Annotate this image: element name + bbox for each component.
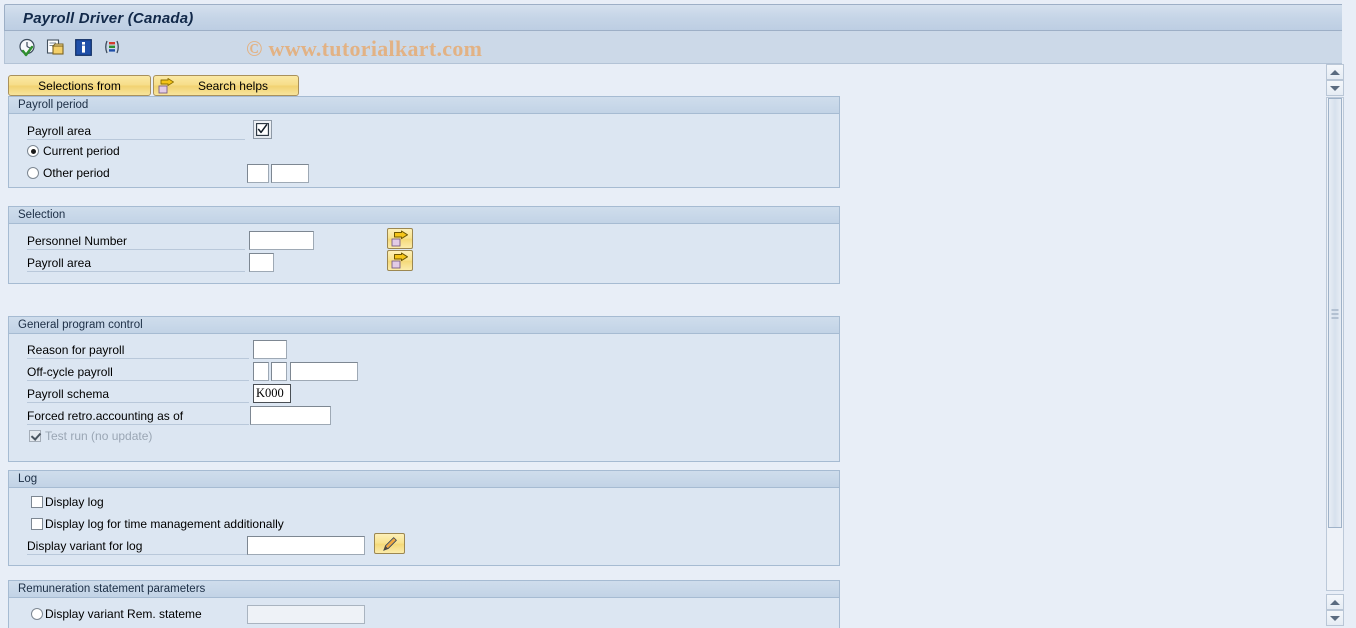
- input-display-variant-for-log[interactable]: [247, 536, 365, 555]
- group-general-program-control-title: General program control: [9, 317, 839, 334]
- label-test-run: Test run (no update): [45, 429, 153, 443]
- search-helps-button[interactable]: Search helps: [153, 75, 299, 96]
- label-other-period: Other period: [43, 166, 110, 180]
- scroll-down-button-top[interactable]: [1326, 80, 1344, 96]
- application-toolbar: [4, 31, 1352, 64]
- label-reason-for-payroll: Reason for payroll: [27, 343, 249, 359]
- input-forced-retro-accounting[interactable]: [250, 406, 331, 425]
- triangle-up-icon: [1330, 69, 1340, 75]
- scrollbar-grip-icon: [1331, 309, 1339, 319]
- input-other-period-1[interactable]: [247, 164, 269, 183]
- search-helps-label: Search helps: [197, 78, 268, 93]
- triangle-up-icon: [1330, 599, 1340, 605]
- input-display-variant-rem-statement[interactable]: [247, 605, 365, 624]
- copy-note-icon[interactable]: [45, 37, 66, 58]
- radio-display-variant-rem-statement[interactable]: [31, 608, 43, 620]
- input-payroll-schema[interactable]: [253, 384, 291, 403]
- label-off-cycle-payroll: Off-cycle payroll: [27, 365, 249, 381]
- group-remuneration-statement-title: Remuneration statement parameters: [9, 581, 839, 598]
- payroll-area-value-help-button[interactable]: [253, 120, 272, 139]
- label-display-log-time-management: Display log for time management addition…: [45, 517, 284, 531]
- watermark-text: © www.tutorialkart.com: [246, 36, 483, 61]
- label-forced-retro-accounting: Forced retro.accounting as of: [27, 409, 249, 425]
- input-personnel-number[interactable]: [249, 231, 314, 250]
- selection-button-row: Selections from Search helps: [8, 75, 299, 96]
- triangle-down-icon: [1330, 615, 1340, 621]
- scroll-down-button-bottom[interactable]: [1326, 610, 1344, 626]
- group-log-title: Log: [9, 471, 839, 488]
- input-off-cycle-payroll-3[interactable]: [290, 362, 358, 381]
- input-off-cycle-payroll-2[interactable]: [271, 362, 287, 381]
- label-payroll-schema: Payroll schema: [27, 387, 249, 403]
- label-display-variant-for-log: Display variant for log: [27, 539, 249, 555]
- group-selection-title: Selection: [9, 207, 839, 224]
- execute-clock-icon[interactable]: [17, 37, 38, 58]
- payroll-area-multiple-selection-button[interactable]: [387, 250, 413, 271]
- input-other-period-2[interactable]: [271, 164, 309, 183]
- scroll-arrows-bottom[interactable]: [1326, 594, 1344, 626]
- radio-other-period[interactable]: [27, 167, 39, 179]
- label-payroll-area-selection: Payroll area: [27, 256, 245, 272]
- vertical-scrollbar-track[interactable]: [1326, 97, 1344, 591]
- input-payroll-area-selection[interactable]: [249, 253, 274, 272]
- label-display-log: Display log: [45, 495, 104, 509]
- label-payroll-area-period: Payroll area: [27, 124, 245, 140]
- group-general-program-control: General program control Reason for payro…: [8, 316, 840, 462]
- input-reason-for-payroll[interactable]: [253, 340, 287, 359]
- page-title: Payroll Driver (Canada): [23, 10, 194, 27]
- info-icon[interactable]: [73, 37, 94, 58]
- group-log: Log Display log Display log for time man…: [8, 470, 840, 566]
- vertical-scrollbar-thumb[interactable]: [1328, 98, 1342, 528]
- group-payroll-period-title: Payroll period: [9, 97, 839, 114]
- radio-current-period[interactable]: [27, 145, 39, 157]
- group-payroll-period: Payroll period Payroll area Current peri…: [8, 96, 840, 188]
- personnel-number-multiple-selection-button[interactable]: [387, 228, 413, 249]
- display-variant-edit-button[interactable]: [374, 533, 405, 554]
- scroll-up-button-top[interactable]: [1326, 64, 1344, 80]
- group-selection: Selection Personnel Number Payroll area: [8, 206, 840, 284]
- arrow-folder-icon: [158, 78, 175, 98]
- selection-screen-content: Payroll period Payroll area Current peri…: [8, 96, 1324, 628]
- checkbox-display-log[interactable]: [31, 496, 43, 508]
- label-current-period: Current period: [43, 144, 120, 158]
- label-personnel-number: Personnel Number: [27, 234, 245, 250]
- window-title-bar: Payroll Driver (Canada): [4, 4, 1352, 31]
- triangle-down-icon: [1330, 85, 1340, 91]
- right-rail: [1342, 0, 1356, 628]
- group-remuneration-statement: Remuneration statement parameters Displa…: [8, 580, 840, 628]
- toolbar-icon-group: [17, 37, 122, 58]
- checkbox-display-log-time-management[interactable]: [31, 518, 43, 530]
- color-bars-icon[interactable]: [101, 37, 122, 58]
- scroll-up-button-bottom[interactable]: [1326, 594, 1344, 610]
- scroll-arrows-top[interactable]: [1326, 64, 1344, 96]
- checkbox-test-run[interactable]: [29, 430, 41, 442]
- input-off-cycle-payroll-1[interactable]: [253, 362, 269, 381]
- selections-from-button[interactable]: Selections from: [8, 75, 151, 96]
- label-display-variant-rem-statement: Display variant Rem. stateme: [45, 607, 202, 621]
